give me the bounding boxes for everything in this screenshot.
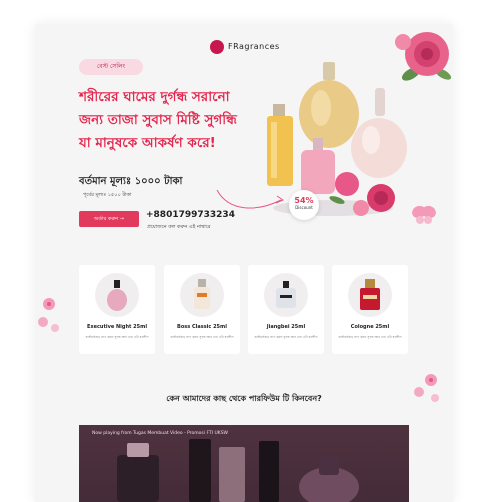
now-playing-label: Now playing from Tugas Membuat Video - P… xyxy=(92,431,229,436)
butterfly-wing-shape xyxy=(416,216,424,224)
discount-percent: 54% xyxy=(294,196,314,205)
bottle-label-shape xyxy=(363,295,377,299)
product-image[interactable] xyxy=(348,273,392,317)
rose-icon xyxy=(335,172,359,196)
bottle-label-shape xyxy=(280,295,292,298)
perfume-bottle-icon xyxy=(360,279,380,310)
bottle-highlight-shape xyxy=(271,122,277,178)
perfume-bottle-cap xyxy=(273,104,285,116)
perfume-bottle-cap xyxy=(375,88,385,116)
flower-icon xyxy=(51,324,59,332)
perfume-bottle-icon xyxy=(301,150,335,194)
video-frame-illustration xyxy=(79,425,409,502)
perfume-bottle-icon xyxy=(107,280,127,311)
bottle-cap-shape xyxy=(114,280,120,288)
bottle-cap-shape xyxy=(365,279,375,288)
rose-core-shape xyxy=(421,48,433,60)
product-description: কাস্টমাইজড লাগ করুন সুগন্ধ আর এবং এটা যত… xyxy=(254,335,318,339)
discount-badge: 54% Discount xyxy=(289,190,319,220)
perfume-bottle-icon xyxy=(276,281,296,308)
perfume-bottle-icon xyxy=(219,447,245,502)
butterfly-icon xyxy=(412,205,436,224)
product-card[interactable]: Jiangbei 25ml কাস্টমাইজড লাগ করুন সুগন্ধ… xyxy=(248,265,324,354)
arrow-curve-shape xyxy=(216,189,282,209)
order-button[interactable]: অর্ডার করুন → xyxy=(79,211,139,227)
current-price: বর্তমান মূল্যঃ ১০০০ টাকা xyxy=(79,176,183,187)
bottle-highlight-shape xyxy=(311,90,331,126)
perfume-bottle-icon xyxy=(259,441,279,502)
landing-page: FRagrances বেস্ট সেলিং শরীরের ঘামের দুর্… xyxy=(35,24,453,502)
phone-note: প্রয়োজনে কল করুন এই নাম্বারে xyxy=(147,224,211,230)
bottle-cap-shape xyxy=(127,443,149,457)
bottle-body-shape xyxy=(194,287,210,309)
product-description: কাস্টমাইজড লাগ করুন সুগন্ধ আর এবং এটা যত… xyxy=(85,335,149,339)
flower-center-shape xyxy=(47,302,51,306)
why-buy-title: কেন আমাদের কাছ থেকে পারফিউম টি কিনবেন? xyxy=(166,394,322,403)
product-name[interactable]: Jiangbei 25ml xyxy=(248,324,324,330)
flower-center-shape xyxy=(429,378,433,382)
product-image[interactable] xyxy=(180,273,224,317)
brand-logo-icon[interactable] xyxy=(210,40,224,54)
bottle-label-shape xyxy=(197,293,207,297)
discount-label: Discount xyxy=(295,205,313,210)
best-selling-badge: বেস্ট সেলিং xyxy=(79,59,143,75)
bottle-cap-shape xyxy=(198,279,206,287)
product-description: কাস্টমাইজড লাগ করুন সুগন্ধ আর এবং এটা যত… xyxy=(170,335,234,339)
rose-center-shape xyxy=(374,191,388,205)
perfume-bottle-cap xyxy=(313,138,323,150)
product-image[interactable] xyxy=(264,273,308,317)
brand-name[interactable]: FRagrances xyxy=(228,42,280,51)
headline-line: জন্য তাজা সুবাস মিষ্টি সুগন্ধি xyxy=(79,112,237,128)
product-card[interactable]: Cologne 25ml কাস্টমাইজড লাগ করুন সুগন্ধ … xyxy=(332,265,408,354)
headline-line: যা মানুষকে আকর্ষণ করে! xyxy=(79,135,216,151)
old-price: পূর্বের মূল্যঃ ১৫০০ টাকা xyxy=(83,192,132,198)
product-image[interactable] xyxy=(95,273,139,317)
product-card[interactable]: Executive Night 25ml কাস্টমাইজড লাগ করুন… xyxy=(79,265,155,354)
rose-icon xyxy=(353,200,369,216)
bottle-body-shape xyxy=(107,289,127,311)
bottle-cap-shape xyxy=(319,455,339,475)
perfume-bottle-icon xyxy=(267,116,293,186)
butterfly-wing-shape xyxy=(424,216,432,224)
perfume-bottle-icon xyxy=(189,439,211,502)
phone-number[interactable]: +8801799733234 xyxy=(146,210,235,220)
product-name[interactable]: Executive Night 25ml xyxy=(79,324,155,330)
headline-line: শরীরের ঘামের দুর্গন্ধ সরানো xyxy=(79,89,230,105)
bottle-cap-shape xyxy=(283,281,289,288)
rose-icon xyxy=(395,34,411,50)
hero-headline: শরীরের ঘামের দুর্গন্ধ সরানো জন্য তাজা সু… xyxy=(79,86,279,155)
product-name[interactable]: Boss Classic 25ml xyxy=(164,324,240,330)
product-name[interactable]: Cologne 25ml xyxy=(332,324,408,330)
flower-icon xyxy=(38,317,48,327)
flower-decoration-left xyxy=(38,298,59,332)
perfume-bottle-icon xyxy=(194,279,210,309)
product-description: কাস্টমাইজড লাগ করুন সুগন্ধ আর এবং এটা যত… xyxy=(338,335,402,339)
perfume-bottle-icon xyxy=(117,455,159,502)
bottle-highlight-shape xyxy=(362,126,380,154)
perfume-bottle-cap xyxy=(323,62,335,80)
product-card[interactable]: Boss Classic 25ml কাস্টমাইজড লাগ করুন সু… xyxy=(164,265,240,354)
promo-video[interactable]: Now playing from Tugas Membuat Video - P… xyxy=(79,425,409,502)
perfume-bottle-icon xyxy=(351,118,407,178)
